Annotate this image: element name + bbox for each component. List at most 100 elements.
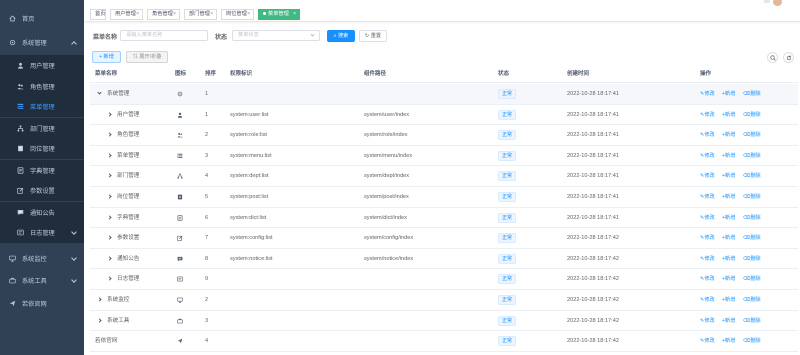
delete-button[interactable]: ⌫删除 [743,105,761,125]
chevron-right-icon[interactable] [107,276,112,282]
delete-button[interactable]: ⌫删除 [743,166,761,186]
menu-name-input[interactable]: 请输入菜单名称 [120,30,208,41]
add-child-button[interactable]: +新增 [722,208,735,228]
sidebar-item-user[interactable]: 用户管理 [0,55,84,76]
table-row[interactable]: 日志管理 9 正常 2022-10-28 18:17:42 ✎修改 +新增 ⌫删除 [90,269,798,290]
add-child-button[interactable]: +新增 [722,331,735,351]
sidebar-item-dept[interactable]: 部门管理 [0,118,84,139]
edit-button[interactable]: ✎修改 [700,146,715,166]
tag-4[interactable]: 岗位管理 × [221,9,254,20]
sidebar-item-post[interactable]: 岗位管理 [0,138,84,159]
refresh-button[interactable] [783,52,794,63]
sidebar-item-monitor[interactable]: 系统监控 [0,248,84,269]
delete-button[interactable]: ⌫删除 [743,228,761,248]
close-icon[interactable]: × [247,10,250,19]
delete-button[interactable]: ⌫删除 [743,290,761,310]
table-row[interactable]: 系统管理 1 正常 2022-10-28 18:17:41 ✎修改 +新增 ⌫删除 [90,84,798,105]
table-row[interactable]: 字典管理 6 system:dict:list system/dict/index 正常… [90,207,798,229]
table-row[interactable]: 参数设置 7 system:config:list system/config/ind… [90,228,798,249]
toggle-search-button[interactable] [767,52,778,63]
chevron-right-icon[interactable] [107,194,112,199]
chevron-down-icon[interactable] [97,90,102,95]
edit-button[interactable]: ✎修改 [700,187,715,207]
chevron-right-icon[interactable] [107,235,112,240]
table-row[interactable]: 菜单管理 3 system:menu:list system/menu/index 正常… [90,145,798,167]
add-child-button[interactable]: +新增 [722,269,735,289]
screenfull-icon[interactable] [764,0,770,3]
close-icon[interactable]: × [136,10,139,19]
edit-button[interactable]: ✎修改 [700,125,715,145]
expand-toggle-button[interactable]: ⇅ 展开/折叠 [126,51,168,63]
table-row[interactable]: 角色管理 2 system:role:list system/role/index 正常… [90,125,798,146]
delete-label: 删除 [750,297,761,303]
edit-button[interactable]: ✎修改 [700,166,715,186]
edit-button[interactable]: ✎修改 [700,105,715,125]
table-row[interactable]: 系统监控 2 正常 2022-10-28 18:17:42 ✎修改 +新增 ⌫删除 [90,290,798,311]
edit-button[interactable]: ✎修改 [700,269,715,289]
table-row[interactable]: 系统工具 3 正常 2022-10-28 18:17:42 ✎修改 +新增 ⌫删除 [90,310,798,332]
delete-button[interactable]: ⌫删除 [743,311,761,331]
edit-button[interactable]: ✎修改 [700,331,715,351]
sidebar-item-home[interactable]: 首页 [0,8,84,29]
chevron-right-icon[interactable] [107,153,112,158]
delete-button[interactable]: ⌫删除 [743,249,761,269]
sidebar-item-dict[interactable]: 字典管理 [0,160,84,181]
sidebar-item-notice[interactable]: 通知公告 [0,202,84,223]
add-child-button[interactable]: +新增 [722,84,735,104]
edit-button[interactable]: ✎修改 [700,249,715,269]
tag-2[interactable]: 角色管理 × [147,9,180,20]
delete-button[interactable]: ⌫删除 [743,208,761,228]
close-icon[interactable]: × [293,10,296,19]
delete-label: 删除 [750,276,761,283]
tag-0[interactable]: 首页 [90,9,106,20]
add-child-button[interactable]: +新增 [722,187,735,207]
add-child-button[interactable]: +新增 [722,249,735,269]
add-child-button[interactable]: +新增 [722,105,735,125]
add-button[interactable]: + 新增 [92,51,121,63]
table-row[interactable]: 用户管理 1 system:user:list system/user/index 正常… [90,104,798,126]
edit-button[interactable]: ✎修改 [700,208,715,228]
status-select[interactable]: 菜单状态 [232,30,320,41]
delete-button[interactable]: ⌫删除 [743,187,761,207]
add-child-button[interactable]: +新增 [722,311,735,331]
reset-button[interactable]: ↻ 重置 [359,30,387,42]
tag-5[interactable]: 菜单管理 × [258,9,300,20]
chevron-right-icon[interactable] [97,317,102,323]
edit-button[interactable]: ✎修改 [700,84,715,104]
search-button[interactable]: ⌕ 搜索 [327,30,355,42]
sidebar-item-menu[interactable]: 菜单管理 [0,96,84,117]
edit-button[interactable]: ✎修改 [700,290,715,310]
sidebar-item-website[interactable]: 若依官网 [0,293,84,314]
table-row[interactable]: 岗位管理 5 system:post:list system/post/index 正常… [90,187,798,208]
table-row[interactable]: 通知公告 8 system:notice:list system/notice/ind… [90,248,798,270]
chevron-right-icon[interactable] [107,111,112,117]
close-icon[interactable]: × [210,10,213,19]
table-row[interactable]: 若依官网 4 正常 2022-10-28 18:17:42 ✎修改 +新增 ⌫删除 [90,331,798,352]
close-icon[interactable]: × [173,10,176,19]
sidebar-item-tool[interactable]: 系统工具 [0,270,84,291]
sidebar-item-config[interactable]: 参数设置 [0,180,84,201]
add-child-button[interactable]: +新增 [722,146,735,166]
tag-1[interactable]: 用户管理 × [110,9,143,20]
sidebar-item-system[interactable]: 系统管理 [0,32,84,53]
add-child-button[interactable]: +新增 [722,228,735,248]
chevron-right-icon[interactable] [107,132,112,137]
sidebar-item-role[interactable]: 角色管理 [0,76,84,97]
add-child-button[interactable]: +新增 [722,290,735,310]
delete-button[interactable]: ⌫删除 [743,331,761,351]
tag-3[interactable]: 部门管理 × [184,9,217,20]
delete-button[interactable]: ⌫删除 [743,269,761,289]
add-child-button[interactable]: +新增 [722,125,735,145]
chevron-right-icon[interactable] [97,297,102,302]
chevron-right-icon[interactable] [107,256,112,261]
table-row[interactable]: 部门管理 4 system:dept:list system/dept/index 正常… [90,166,798,187]
edit-button[interactable]: ✎修改 [700,228,715,248]
delete-button[interactable]: ⌫删除 [743,125,761,145]
delete-button[interactable]: ⌫删除 [743,84,761,104]
delete-button[interactable]: ⌫删除 [743,146,761,166]
add-child-button[interactable]: +新增 [722,166,735,186]
chevron-right-icon[interactable] [107,214,112,220]
sidebar-item-log[interactable]: 日志管理 [0,222,84,243]
edit-button[interactable]: ✎修改 [700,311,715,331]
chevron-right-icon[interactable] [107,173,112,179]
